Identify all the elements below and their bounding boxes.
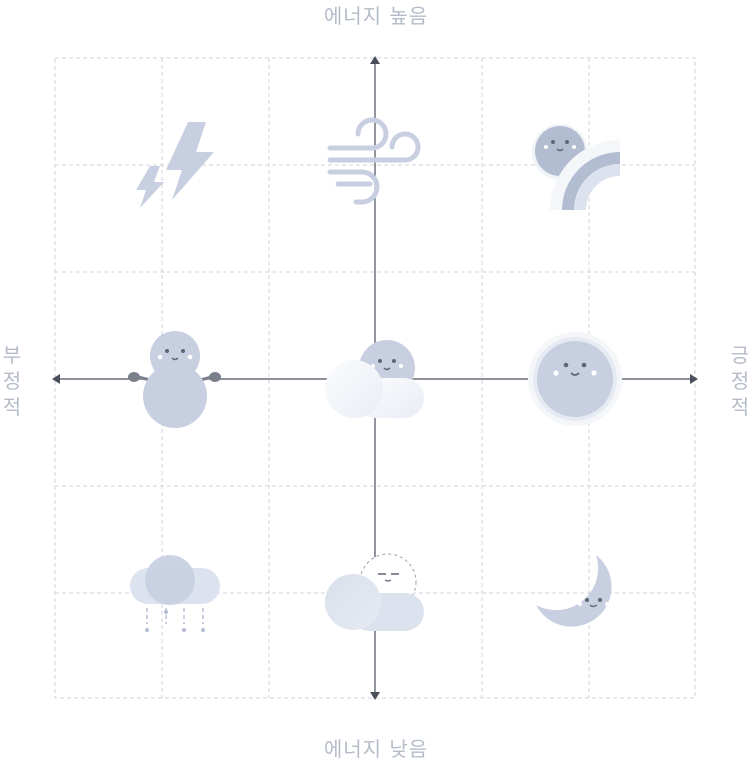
sun-behind-cloud-icon	[325, 340, 424, 418]
arrow-left-icon	[52, 374, 60, 384]
arrow-up-icon	[370, 56, 380, 64]
axis-label-low-energy: 에너지 낮음	[323, 737, 429, 761]
axis-label-negative: 부 정 적	[0, 342, 24, 420]
sun-rainbow-icon	[532, 124, 620, 210]
axis-label-positive: 긍 정 적	[728, 342, 752, 420]
axis-label-char: 정	[730, 369, 750, 393]
arrow-down-icon	[370, 692, 380, 700]
crescent-moon-icon	[536, 555, 612, 627]
axis-label-char: 정	[2, 369, 22, 393]
sun-icon	[528, 332, 622, 426]
axis-label-char: 긍	[730, 343, 750, 367]
mood-quadrant-diagram	[52, 56, 698, 700]
axis-label-char: 적	[2, 395, 22, 419]
axis-label-char: 적	[730, 395, 750, 419]
axis-label-char: 부	[2, 343, 22, 367]
axis-label-high-energy: 에너지 높음	[323, 4, 429, 28]
wind-icon	[327, 117, 421, 205]
snowman-icon	[128, 331, 221, 428]
rain-cloud-icon	[130, 555, 220, 632]
arrow-right-icon	[690, 374, 698, 384]
cloud-dashed-sun-icon	[325, 553, 424, 631]
